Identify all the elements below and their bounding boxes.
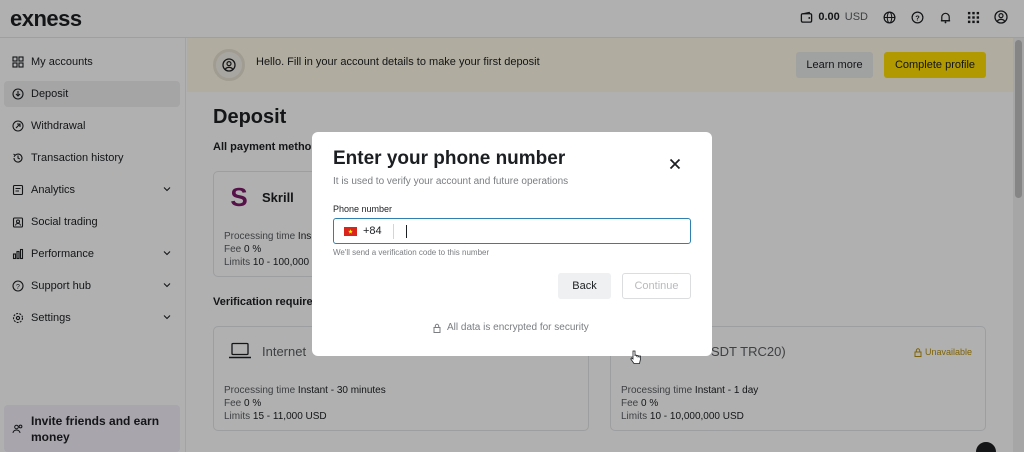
- security-note-text: All data is encrypted for security: [447, 322, 589, 333]
- close-icon[interactable]: [668, 157, 682, 171]
- phone-number-input[interactable]: [402, 222, 682, 240]
- lock-icon: [433, 323, 441, 333]
- phone-number-field[interactable]: +84: [333, 218, 691, 244]
- mouse-pointer-hand-icon: [630, 350, 641, 364]
- phone-number-dialog: Enter your phone number It is used to ve…: [312, 132, 712, 356]
- phone-number-label: Phone number: [333, 204, 393, 214]
- security-note: All data is encrypted for security: [433, 322, 589, 333]
- dialog-subtitle: It is used to verify your account and fu…: [333, 176, 569, 187]
- verification-hint: We'll send a verification code to this n…: [333, 248, 490, 257]
- field-divider: [393, 224, 394, 239]
- dialog-title: Enter your phone number: [333, 148, 566, 169]
- vietnam-flag-icon[interactable]: [344, 227, 357, 236]
- continue-button[interactable]: Continue: [622, 273, 691, 299]
- back-button[interactable]: Back: [558, 273, 611, 299]
- text-caret: [406, 225, 407, 238]
- country-code[interactable]: +84: [363, 225, 382, 237]
